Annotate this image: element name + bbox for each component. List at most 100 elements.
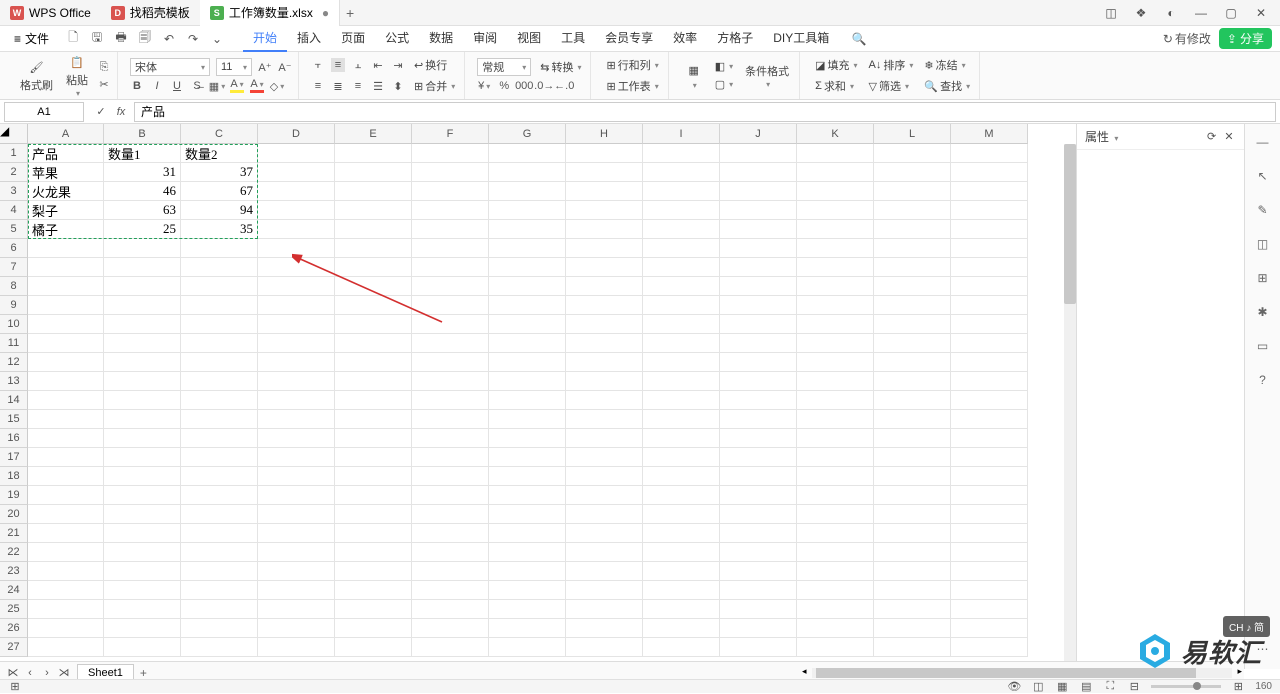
cell-I1[interactable] bbox=[643, 144, 720, 163]
cell-L14[interactable] bbox=[874, 391, 951, 410]
comma-icon[interactable]: 000 bbox=[517, 79, 531, 93]
cell-F7[interactable] bbox=[412, 258, 489, 277]
cell-K24[interactable] bbox=[797, 581, 874, 600]
cell-B17[interactable] bbox=[104, 448, 181, 467]
cell-M23[interactable] bbox=[951, 562, 1028, 581]
cell-G25[interactable] bbox=[489, 600, 566, 619]
cell-L4[interactable] bbox=[874, 201, 951, 220]
cell-M19[interactable] bbox=[951, 486, 1028, 505]
cell-F22[interactable] bbox=[412, 543, 489, 562]
cell-J16[interactable] bbox=[720, 429, 797, 448]
italic-button[interactable]: I bbox=[150, 79, 164, 93]
font-size-select[interactable]: 11▾ bbox=[216, 58, 252, 76]
cell-G14[interactable] bbox=[489, 391, 566, 410]
cell-E18[interactable] bbox=[335, 467, 412, 486]
cell-B16[interactable] bbox=[104, 429, 181, 448]
cell-L17[interactable] bbox=[874, 448, 951, 467]
cell-H22[interactable] bbox=[566, 543, 643, 562]
row-header-20[interactable]: 20 bbox=[0, 505, 28, 524]
underline-button[interactable]: U bbox=[170, 79, 184, 93]
cell-J11[interactable] bbox=[720, 334, 797, 353]
zoom-in-icon[interactable]: ⊞ bbox=[1231, 680, 1245, 694]
cell-L22[interactable] bbox=[874, 543, 951, 562]
cell-A9[interactable] bbox=[28, 296, 104, 315]
col-header-B[interactable]: B bbox=[104, 124, 181, 144]
cell-G6[interactable] bbox=[489, 239, 566, 258]
cell-F23[interactable] bbox=[412, 562, 489, 581]
fill-button[interactable]: ◪ 填充▾ bbox=[812, 56, 860, 74]
cell-E14[interactable] bbox=[335, 391, 412, 410]
select-all-corner[interactable]: ◢ bbox=[0, 124, 28, 144]
clear-format-icon[interactable]: ◇▾ bbox=[270, 79, 284, 93]
cell-K25[interactable] bbox=[797, 600, 874, 619]
cell-F15[interactable] bbox=[412, 410, 489, 429]
redo-icon[interactable]: ↷ bbox=[185, 31, 201, 47]
cell-K12[interactable] bbox=[797, 353, 874, 372]
cell-D3[interactable] bbox=[258, 182, 335, 201]
cut-icon[interactable]: ✂ bbox=[97, 77, 111, 91]
cell-D11[interactable] bbox=[258, 334, 335, 353]
cell-J12[interactable] bbox=[720, 353, 797, 372]
cell-I19[interactable] bbox=[643, 486, 720, 505]
cell-D9[interactable] bbox=[258, 296, 335, 315]
increase-indent-icon[interactable]: ⇥ bbox=[391, 58, 405, 72]
new-icon[interactable]: 🗋 bbox=[65, 31, 81, 47]
cell-A19[interactable] bbox=[28, 486, 104, 505]
cell-C13[interactable] bbox=[181, 372, 258, 391]
menu-tab-工具[interactable]: 工具 bbox=[551, 25, 595, 52]
cell-G2[interactable] bbox=[489, 163, 566, 182]
cell-B24[interactable] bbox=[104, 581, 181, 600]
cell-A17[interactable] bbox=[28, 448, 104, 467]
cell-A26[interactable] bbox=[28, 619, 104, 638]
row-header-26[interactable]: 26 bbox=[0, 619, 28, 638]
cell-D15[interactable] bbox=[258, 410, 335, 429]
cell-G24[interactable] bbox=[489, 581, 566, 600]
cell-H27[interactable] bbox=[566, 638, 643, 657]
multi-window-icon[interactable]: ◫ bbox=[1102, 4, 1120, 22]
cell-G8[interactable] bbox=[489, 277, 566, 296]
cell-I25[interactable] bbox=[643, 600, 720, 619]
col-header-G[interactable]: G bbox=[489, 124, 566, 144]
cell-B1[interactable]: 数量1 bbox=[104, 144, 181, 163]
cell-G19[interactable] bbox=[489, 486, 566, 505]
cell-H15[interactable] bbox=[566, 410, 643, 429]
cell-G9[interactable] bbox=[489, 296, 566, 315]
first-sheet-icon[interactable]: ⋉ bbox=[6, 666, 20, 680]
close-window-button[interactable]: ✕ bbox=[1252, 4, 1270, 22]
cell-L19[interactable] bbox=[874, 486, 951, 505]
cell-K20[interactable] bbox=[797, 505, 874, 524]
font-color-button[interactable]: A▾ bbox=[250, 79, 264, 93]
cell-I20[interactable] bbox=[643, 505, 720, 524]
cell-M2[interactable] bbox=[951, 163, 1028, 182]
col-header-I[interactable]: I bbox=[643, 124, 720, 144]
cell-A21[interactable] bbox=[28, 524, 104, 543]
cell-C2[interactable]: 37 bbox=[181, 163, 258, 182]
cell-F19[interactable] bbox=[412, 486, 489, 505]
row-header-12[interactable]: 12 bbox=[0, 353, 28, 372]
menu-tab-效率[interactable]: 效率 bbox=[663, 25, 707, 52]
cell-K23[interactable] bbox=[797, 562, 874, 581]
cell-K14[interactable] bbox=[797, 391, 874, 410]
cell-K19[interactable] bbox=[797, 486, 874, 505]
cell-H9[interactable] bbox=[566, 296, 643, 315]
cell-J5[interactable] bbox=[720, 220, 797, 239]
share-button[interactable]: ⇪ 分享 bbox=[1219, 28, 1272, 49]
decrease-decimal-icon[interactable]: ←.0 bbox=[557, 79, 571, 93]
cell-E17[interactable] bbox=[335, 448, 412, 467]
fx-icon[interactable]: fx bbox=[114, 105, 128, 119]
cell-C27[interactable] bbox=[181, 638, 258, 657]
cell-L11[interactable] bbox=[874, 334, 951, 353]
reading-mode-icon[interactable]: ◫ bbox=[1031, 680, 1045, 694]
cell-E6[interactable] bbox=[335, 239, 412, 258]
cell-M3[interactable] bbox=[951, 182, 1028, 201]
cell-J18[interactable] bbox=[720, 467, 797, 486]
cell-D20[interactable] bbox=[258, 505, 335, 524]
cell-J20[interactable] bbox=[720, 505, 797, 524]
cell-L25[interactable] bbox=[874, 600, 951, 619]
close-panel-icon[interactable]: ✕ bbox=[1222, 130, 1236, 144]
add-tab-button[interactable]: + bbox=[340, 5, 360, 21]
cell-A27[interactable] bbox=[28, 638, 104, 657]
cell-C6[interactable] bbox=[181, 239, 258, 258]
select-tool-icon[interactable]: ↖ bbox=[1253, 166, 1273, 186]
col-header-M[interactable]: M bbox=[951, 124, 1028, 144]
